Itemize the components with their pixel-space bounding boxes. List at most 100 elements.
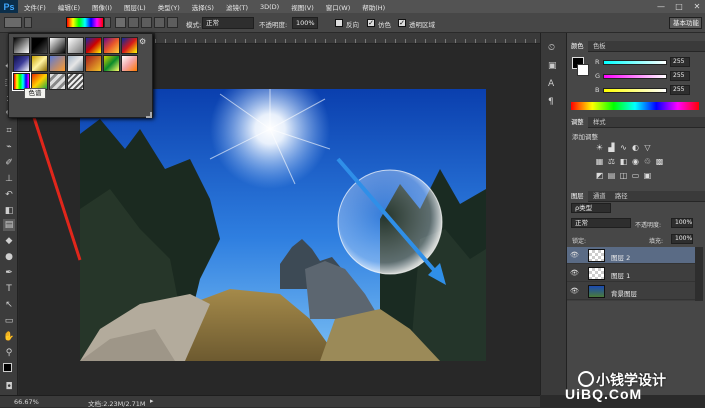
properties-panel-icon[interactable]: ▣ bbox=[548, 61, 560, 73]
posterize-icon[interactable]: ▤ bbox=[607, 171, 616, 180]
layer-name[interactable]: 图层 1 bbox=[611, 270, 630, 280]
tab-adjustments[interactable]: 调整 bbox=[567, 117, 588, 128]
transparency-checkbox[interactable]: ✓ bbox=[398, 19, 406, 27]
layer-opacity-input[interactable]: 100% bbox=[671, 218, 693, 228]
layer-row[interactable]: 👁 图层 2 bbox=[567, 247, 695, 264]
gradient-swatch[interactable] bbox=[67, 55, 84, 72]
menu-layer[interactable]: 图层(L) bbox=[118, 2, 152, 12]
gradient-preview-swatch[interactable] bbox=[66, 17, 104, 28]
g-value[interactable]: 255 bbox=[670, 71, 690, 81]
menu-type[interactable]: 类型(Y) bbox=[152, 2, 186, 12]
crop-tool-icon[interactable]: ⌗ bbox=[3, 125, 15, 137]
layers-scrollbar[interactable] bbox=[695, 247, 703, 301]
menu-image[interactable]: 图像(I) bbox=[86, 2, 118, 12]
resize-handle[interactable] bbox=[146, 112, 152, 118]
maximize-button[interactable]: □ bbox=[670, 0, 688, 13]
layer-name[interactable]: 图层 2 bbox=[611, 252, 630, 262]
hue-saturation-icon[interactable]: ▦ bbox=[595, 157, 604, 166]
gradient-swatch[interactable] bbox=[13, 55, 30, 72]
layer-row[interactable]: 👁 背景图层 bbox=[567, 283, 695, 300]
gradient-swatch[interactable] bbox=[49, 55, 66, 72]
tab-paths[interactable]: 路径 bbox=[611, 191, 632, 202]
fill-input[interactable]: 100% bbox=[671, 234, 693, 244]
shape-tool-icon[interactable]: ▭ bbox=[3, 315, 15, 327]
reverse-checkbox[interactable] bbox=[335, 19, 343, 27]
brush-tool-icon[interactable]: ✐ bbox=[3, 157, 15, 169]
gradient-dropdown-chevron-icon[interactable] bbox=[104, 17, 111, 28]
b-slider[interactable] bbox=[603, 88, 667, 93]
layer-filter-select[interactable]: ρ类型 bbox=[571, 203, 611, 213]
layer-name[interactable]: 背景图层 bbox=[611, 288, 637, 298]
paragraph-panel-icon[interactable]: ¶ bbox=[548, 97, 560, 109]
menu-3d[interactable]: 3D(D) bbox=[254, 3, 285, 11]
gradient-swatch[interactable] bbox=[103, 55, 120, 72]
invert-icon[interactable]: ◩ bbox=[595, 171, 604, 180]
gradient-swatch[interactable] bbox=[85, 37, 102, 54]
black-white-icon[interactable]: ◧ bbox=[619, 157, 628, 166]
eye-icon[interactable]: 👁 bbox=[570, 287, 579, 295]
gradient-tool-preset-button[interactable] bbox=[4, 17, 22, 28]
history-panel-icon[interactable]: ⏲ bbox=[548, 43, 560, 55]
mode-select[interactable]: 正常 bbox=[202, 17, 254, 29]
stamp-tool-icon[interactable]: ⊥ bbox=[3, 173, 15, 185]
color-spectrum-bar[interactable] bbox=[571, 102, 699, 110]
brightness-icon[interactable]: ☀ bbox=[595, 143, 604, 152]
document-image[interactable] bbox=[80, 89, 486, 361]
zoom-level[interactable]: 66.67% bbox=[14, 398, 39, 406]
chevron-down-icon[interactable] bbox=[24, 17, 32, 28]
dodge-tool-icon[interactable]: ● bbox=[3, 251, 15, 263]
eye-icon[interactable]: 👁 bbox=[570, 251, 579, 259]
tab-styles[interactable]: 样式 bbox=[589, 117, 610, 128]
r-value[interactable]: 255 bbox=[670, 57, 690, 67]
eye-icon[interactable]: 👁 bbox=[570, 269, 579, 277]
reflected-gradient-button[interactable] bbox=[154, 17, 165, 28]
blur-tool-icon[interactable]: ◆ bbox=[3, 235, 15, 247]
opacity-input[interactable]: 100% bbox=[292, 17, 318, 29]
menu-select[interactable]: 选择(S) bbox=[186, 2, 220, 12]
gradient-swatch[interactable] bbox=[13, 37, 30, 54]
gradient-swatch[interactable] bbox=[67, 37, 84, 54]
menu-edit[interactable]: 编辑(E) bbox=[52, 2, 86, 12]
channel-mixer-icon[interactable]: ♲ bbox=[643, 157, 652, 166]
foreground-color-swatch[interactable] bbox=[3, 363, 12, 372]
vibrance-icon[interactable]: ▽ bbox=[643, 143, 652, 152]
diamond-gradient-button[interactable] bbox=[167, 17, 178, 28]
menu-file[interactable]: 文件(F) bbox=[18, 2, 52, 12]
tab-color[interactable]: 颜色 bbox=[567, 41, 588, 52]
pen-tool-icon[interactable]: ✒ bbox=[3, 267, 15, 279]
close-button[interactable]: ✕ bbox=[688, 0, 705, 13]
menu-help[interactable]: 帮助(H) bbox=[356, 2, 391, 12]
layer-blend-mode-select[interactable]: 正常 bbox=[571, 218, 631, 228]
threshold-icon[interactable]: ◫ bbox=[619, 171, 628, 180]
tab-layers[interactable]: 图层 bbox=[567, 191, 588, 202]
gradient-tool-icon[interactable]: ▤ bbox=[3, 219, 15, 231]
b-value[interactable]: 255 bbox=[670, 85, 690, 95]
quick-mask-icon[interactable]: ◘ bbox=[3, 381, 15, 393]
color-lookup-icon[interactable]: ▩ bbox=[655, 157, 664, 166]
history-brush-icon[interactable]: ↶ bbox=[3, 189, 15, 201]
gradient-swatch[interactable] bbox=[103, 37, 120, 54]
type-tool-icon[interactable]: T bbox=[3, 283, 15, 295]
angle-gradient-button[interactable] bbox=[141, 17, 152, 28]
dither-checkbox[interactable]: ✓ bbox=[367, 19, 375, 27]
curves-icon[interactable]: ∿ bbox=[619, 143, 628, 152]
character-panel-icon[interactable]: A bbox=[548, 79, 560, 91]
color-balance-icon[interactable]: ⚖ bbox=[607, 157, 616, 166]
path-select-tool-icon[interactable]: ↖ bbox=[3, 299, 15, 311]
gradient-swatch[interactable] bbox=[49, 73, 66, 90]
gradient-map-icon[interactable]: ▭ bbox=[631, 171, 640, 180]
hand-tool-icon[interactable]: ✋ bbox=[3, 331, 15, 343]
eyedropper-tool-icon[interactable]: ⌁ bbox=[3, 141, 15, 153]
menu-window[interactable]: 窗口(W) bbox=[320, 2, 357, 12]
gear-icon[interactable]: ⚙ bbox=[139, 37, 149, 47]
tab-channels[interactable]: 通道 bbox=[589, 191, 610, 202]
menu-view[interactable]: 视图(V) bbox=[285, 2, 320, 12]
tab-swatches[interactable]: 色板 bbox=[589, 41, 610, 52]
eraser-tool-icon[interactable]: ◧ bbox=[3, 205, 15, 217]
background-color-chip[interactable] bbox=[577, 64, 589, 76]
menu-filter[interactable]: 滤镜(T) bbox=[220, 2, 254, 12]
selective-color-icon[interactable]: ▣ bbox=[643, 171, 652, 180]
zoom-tool-icon[interactable]: ⚲ bbox=[3, 347, 15, 359]
photo-filter-icon[interactable]: ◉ bbox=[631, 157, 640, 166]
r-slider[interactable] bbox=[603, 60, 667, 65]
